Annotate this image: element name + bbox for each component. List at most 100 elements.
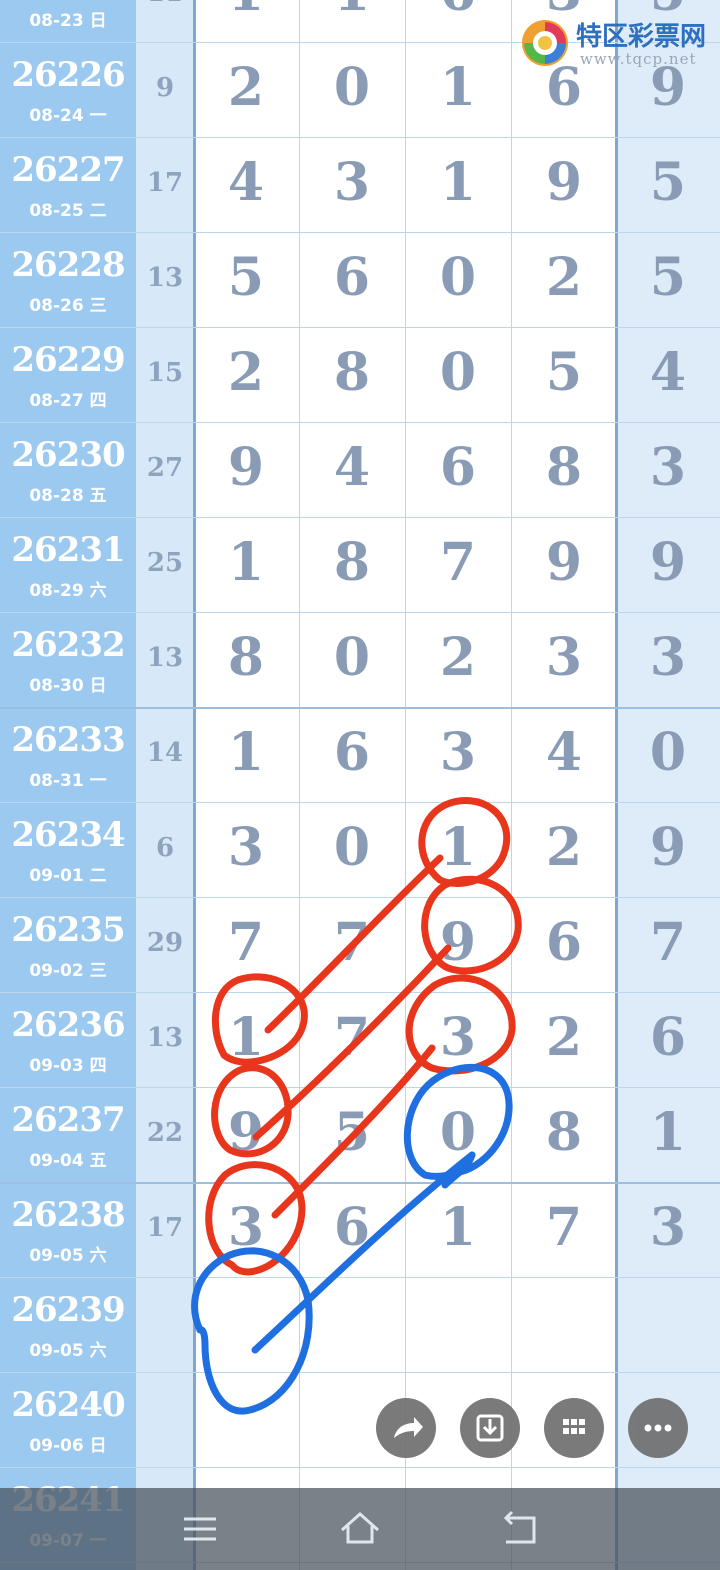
draw-digit: 1 xyxy=(299,0,405,23)
draw-digit: 6 xyxy=(439,437,477,498)
draw-digit: 1 xyxy=(439,817,477,878)
issue-number: 26238 xyxy=(11,1195,125,1235)
draw-digit: 3 xyxy=(227,817,265,878)
draw-digit: 5 xyxy=(649,152,687,213)
draw-digit: 4 xyxy=(649,342,687,403)
draw-digit: 3 xyxy=(227,1197,265,1258)
download-button[interactable] xyxy=(460,1398,520,1458)
issue-number: 26232 xyxy=(11,625,125,665)
menu-icon xyxy=(184,1517,216,1541)
logo-url: www.tqcp.net xyxy=(580,50,697,68)
issue-number: 26229 xyxy=(11,340,125,380)
draw-digit: 6 xyxy=(333,722,371,783)
draw-digit: 1 xyxy=(649,1102,687,1163)
issue-date: 08-31 一 xyxy=(29,771,107,791)
draw-digit: 9 xyxy=(227,437,265,498)
draw-digit: 9 xyxy=(439,912,477,973)
table-row: 26236 09-03 四 13 1 7 3 2 6 xyxy=(0,993,720,1088)
issue-date: 09-05 六 xyxy=(29,1341,107,1361)
sum-value: 17 xyxy=(146,1213,184,1243)
sum-value: 13 xyxy=(146,1023,184,1053)
draw-digit: 7 xyxy=(333,1007,371,1068)
draw-digit: 9 xyxy=(649,817,687,878)
draw-digit: 9 xyxy=(649,532,687,593)
sum-value: 15 xyxy=(146,358,184,388)
draw-digit: 3 xyxy=(439,1007,477,1068)
table-row: 26240 09-06 日 xyxy=(0,1373,720,1468)
issue-number: 26239 xyxy=(11,1290,125,1330)
site-logo: 特区彩票网 www.tqcp.net xyxy=(520,10,720,76)
draw-digit: 5 xyxy=(649,247,687,308)
issue-number: 26237 xyxy=(11,1100,125,1140)
sum-value: 22 xyxy=(146,1118,184,1148)
draw-digit: 1 xyxy=(227,722,265,783)
share-icon xyxy=(394,1417,423,1438)
more-icon xyxy=(644,1424,672,1432)
draw-digit: 1 xyxy=(227,532,265,593)
draw-digit: 2 xyxy=(227,342,265,403)
issue-date: 08-26 三 xyxy=(29,296,107,316)
draw-digit: 3 xyxy=(649,1197,687,1258)
draw-digit: 1 xyxy=(193,0,299,23)
draw-digit: 5 xyxy=(545,342,583,403)
table-row: 26239 09-05 六 xyxy=(0,1278,720,1373)
draw-digit: 0 xyxy=(649,722,687,783)
back-nav-button[interactable] xyxy=(480,1500,560,1558)
menu-nav-button[interactable] xyxy=(160,1500,240,1558)
issue-number: 26235 xyxy=(11,910,125,950)
table-row: 26231 08-29 六 25 1 8 7 9 9 xyxy=(0,518,720,613)
draw-digit: 0 xyxy=(333,817,371,878)
issue-date: 08-28 五 xyxy=(29,486,107,506)
table-row: 26228 08-26 三 13 5 6 0 2 5 xyxy=(0,233,720,328)
sum-value: 29 xyxy=(146,928,184,958)
draw-digit: 6 xyxy=(545,912,583,973)
more-button[interactable] xyxy=(628,1398,688,1458)
sum-value: 14 xyxy=(146,738,184,768)
draw-digit: 6 xyxy=(333,1197,371,1258)
issue-date: 08-27 四 xyxy=(29,391,107,411)
draw-digit: 7 xyxy=(227,912,265,973)
draw-digit: 9 xyxy=(227,1102,265,1163)
draw-digit: 3 xyxy=(333,152,371,213)
sum-value: 11 xyxy=(136,0,194,8)
issue-date: 09-02 三 xyxy=(29,961,107,981)
draw-digit: 3 xyxy=(649,627,687,688)
draw-digit: 8 xyxy=(333,532,371,593)
draw-digit: 7 xyxy=(649,912,687,973)
draw-digit: 3 xyxy=(545,627,583,688)
draw-digit: 0 xyxy=(333,57,371,118)
draw-digit: 8 xyxy=(545,437,583,498)
draw-digit: 0 xyxy=(333,627,371,688)
draw-digit: 7 xyxy=(439,532,477,593)
draw-digit: 0 xyxy=(439,342,477,403)
draw-digit: 3 xyxy=(439,722,477,783)
draw-digit: 3 xyxy=(649,437,687,498)
issue-number: 26234 xyxy=(11,815,125,855)
draw-digit: 5 xyxy=(227,247,265,308)
table-row: 26237 09-04 五 22 9 5 0 8 1 xyxy=(0,1088,720,1184)
table-row: 26235 09-02 三 29 7 7 9 6 7 xyxy=(0,898,720,993)
draw-digit: 5 xyxy=(333,1102,371,1163)
back-icon xyxy=(503,1510,536,1544)
sum-value: 25 xyxy=(146,548,184,578)
home-nav-button[interactable] xyxy=(320,1500,400,1558)
issue-date: 08-24 一 xyxy=(29,106,107,126)
sum-value: 17 xyxy=(146,168,184,198)
issue-number: 26226 xyxy=(11,55,125,95)
issue-date: 09-05 六 xyxy=(29,1246,107,1266)
table-row: 26232 08-30 日 13 8 0 2 3 3 xyxy=(0,613,720,709)
sum-value: 13 xyxy=(146,643,184,673)
logo-title: 特区彩票网 xyxy=(576,22,707,52)
draw-digit: 8 xyxy=(545,1102,583,1163)
trend-chart[interactable]: 08-23 日11116352622608-24 一9201692622708-… xyxy=(0,0,720,1570)
grid-button[interactable] xyxy=(544,1398,604,1458)
draw-digit: 4 xyxy=(545,722,583,783)
draw-digit: 2 xyxy=(545,1007,583,1068)
share-button[interactable] xyxy=(376,1398,436,1458)
issue-number: 26228 xyxy=(11,245,125,285)
draw-digit: 0 xyxy=(439,1102,477,1163)
draw-digit: 6 xyxy=(333,247,371,308)
table-row: 26238 09-05 六 17 3 6 1 7 3 xyxy=(0,1183,720,1278)
issue-number: 26227 xyxy=(11,150,125,190)
draw-digit: 9 xyxy=(545,152,583,213)
